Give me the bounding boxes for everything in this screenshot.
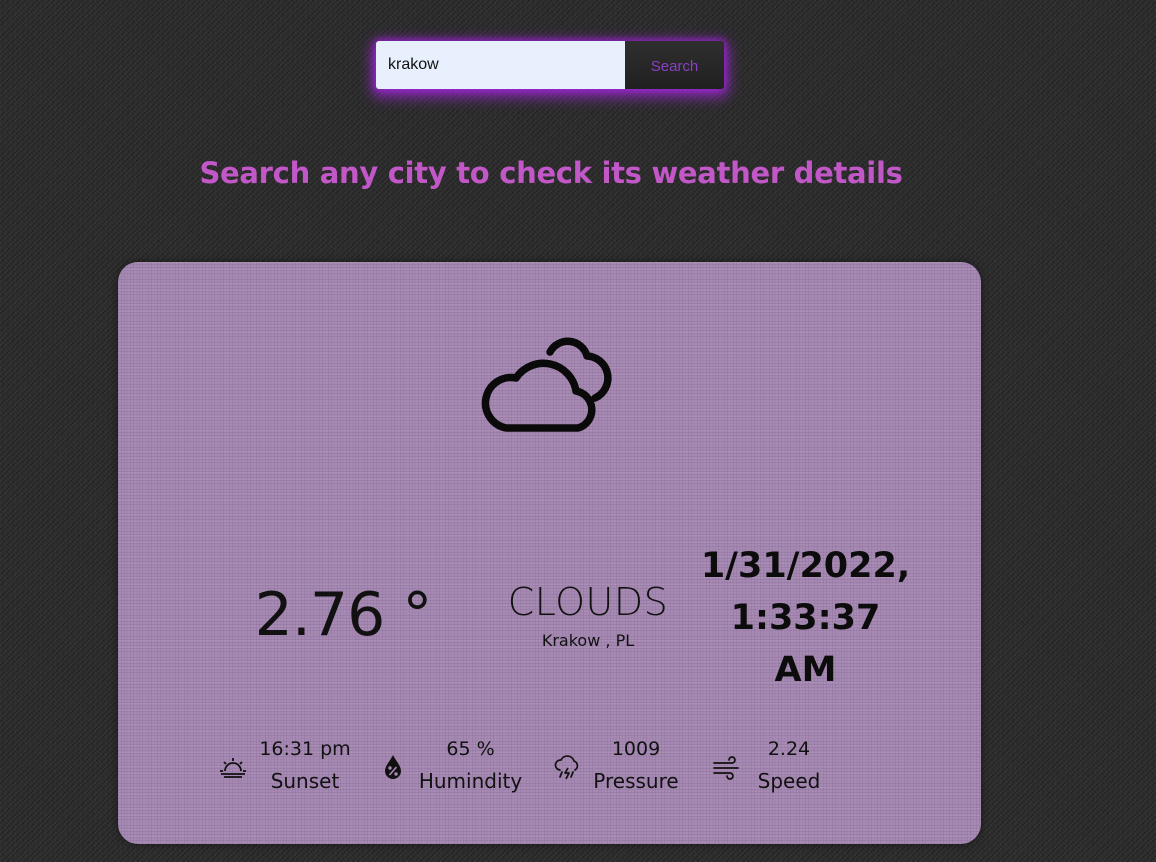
search-input[interactable] [376, 41, 625, 89]
location: Krakow , PL [541, 631, 635, 650]
speed-label: Speed [757, 769, 821, 793]
search-button[interactable]: Search [625, 41, 724, 89]
humidity-item: 65 % Humindity [378, 736, 528, 800]
time: 1:33:37 [730, 598, 881, 638]
wind-icon [713, 756, 739, 780]
sunset-icon [220, 758, 246, 778]
clouds-icon [481, 337, 612, 432]
sunset-item: 16:31 pm Sunset [218, 736, 358, 800]
weather-condition: CLOUDS [507, 580, 669, 624]
pressure-item: 1009 Pressure [552, 736, 692, 800]
weather-extras: 16:31 pm Sunset 65 % Humindity 1009 Pres… [218, 736, 858, 800]
humidity-value: 65 % [446, 738, 495, 760]
temperature: 2.76 ° [254, 580, 433, 650]
tagline: Search any city to check its weather det… [199, 156, 903, 190]
search-bar: Search [376, 41, 724, 89]
humidity-icon [385, 755, 401, 779]
speed-value: 2.24 [767, 738, 811, 760]
pressure-value: 1009 [611, 738, 661, 760]
date-time: 1/31/2022, 1:33:37 AM [688, 540, 923, 696]
meridiem: AM [774, 650, 837, 690]
speed-item: 2.24 Speed [712, 736, 842, 800]
humidity-label: Humindity [418, 769, 523, 793]
rain-cloud-icon [554, 755, 579, 780]
weather-card: 2.76 ° CLOUDS Krakow , PL 1/31/2022, 1:3… [118, 262, 981, 844]
sunset-value: 16:31 pm [259, 738, 351, 760]
sunset-label: Sunset [270, 769, 340, 793]
date: 1/31/2022, [700, 546, 911, 586]
pressure-label: Pressure [593, 769, 679, 793]
